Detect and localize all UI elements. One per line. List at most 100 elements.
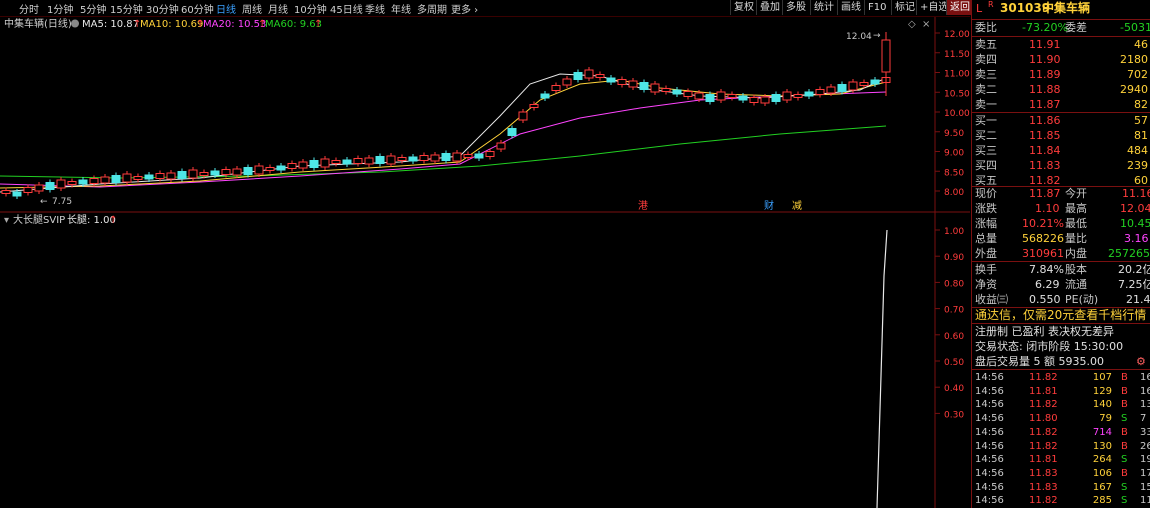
price-tick-label: 11.00 (944, 70, 970, 80)
ask-row[interactable]: 卖三 11.89 702 (972, 67, 1150, 82)
zhangdie-value: 1.10 (1035, 202, 1060, 215)
candle-body (815, 89, 825, 95)
financial-report-marker[interactable]: 财 (764, 199, 774, 212)
liangbi-value: 3.16 (1124, 232, 1149, 245)
settings-icon[interactable] (71, 19, 79, 28)
candle-body (111, 175, 121, 183)
diamond-icon[interactable]: ◇ (908, 19, 916, 30)
candle-body (34, 184, 44, 192)
ask-row[interactable]: 卖四 11.90 2180 (972, 52, 1150, 67)
candle-body (342, 159, 352, 165)
bid-volume: 239 (1127, 159, 1148, 172)
reduce-holding-marker[interactable]: 减 (792, 200, 802, 212)
candle-body (78, 179, 88, 185)
pe-label: PE(动) (1065, 293, 1099, 306)
ask-price: 11.90 (1029, 53, 1061, 66)
tab-1min[interactable]: 1分钟 (47, 1, 73, 16)
zongliang-label: 总量 (975, 232, 997, 245)
tab-yearly[interactable]: 年线 (391, 1, 411, 16)
candle-body (1, 190, 11, 194)
tab-5min[interactable]: 5分钟 (80, 1, 106, 16)
candle-body (650, 83, 660, 93)
candle-body (848, 81, 858, 91)
fuquan-button[interactable]: 复权 (730, 0, 757, 15)
bid-price: 11.83 (1029, 159, 1061, 172)
bid-row[interactable]: 买三 11.84 484 (972, 143, 1150, 158)
tab-15min[interactable]: 15分钟 (110, 1, 143, 16)
candle-body (364, 157, 374, 165)
close-icon[interactable]: × (922, 19, 930, 30)
tab-quarterly[interactable]: 季线 (365, 1, 385, 16)
candle-body (694, 92, 704, 100)
candle-body (298, 161, 308, 169)
ask-volume: 2180 (1120, 53, 1148, 66)
ma60-up-arrow-icon: ↑ (314, 19, 322, 30)
back-button[interactable]: 返回 (946, 0, 973, 15)
multi-stock-button[interactable]: 多股 (782, 0, 809, 15)
ask-row[interactable]: 卖一 11.87 82 (972, 97, 1150, 112)
upgrade-ad-link[interactable]: 通达信，仅需20元查看千档行情 (972, 308, 1150, 323)
tab-daily[interactable]: 日线 (216, 1, 236, 16)
period-toolbar: 分时 1分钟 5分钟 15分钟 30分钟 60分钟 日线 周线 月线 10分钟 … (0, 0, 973, 17)
price-tick-label: 12.00 (944, 30, 970, 40)
weicha-value: -5031 (1120, 21, 1150, 34)
tab-fenshi[interactable]: 分时 (19, 1, 39, 16)
indicator-tick-label: 0.40 (944, 384, 964, 394)
price-tick-label: 9.50 (944, 129, 964, 139)
overlay-button[interactable]: 叠加 (756, 0, 783, 15)
ask-volume: 2940 (1120, 83, 1148, 96)
candle-body (210, 170, 220, 176)
ask-row[interactable]: 卖二 11.88 2940 (972, 82, 1150, 97)
neipan-label: 内盘 (1065, 247, 1087, 260)
candle-body (804, 91, 814, 97)
candle-body (738, 95, 748, 101)
draw-line-button[interactable]: 画线 (837, 0, 864, 15)
bid-row[interactable]: 买四 11.83 239 (972, 158, 1150, 173)
settings-gear-icon[interactable]: ⚙ (1136, 354, 1146, 369)
indicator-chevron-icon[interactable]: ▾ (4, 215, 9, 226)
high-arrow-icon: → (873, 31, 881, 41)
bid-price: 11.85 (1029, 129, 1061, 142)
xianjia-value: 11.87 (1029, 187, 1061, 200)
candle-body (100, 176, 110, 184)
candle-body (793, 94, 803, 98)
tab-10min[interactable]: 10分钟 (294, 1, 327, 16)
hk-connect-marker[interactable]: 港 (638, 200, 648, 212)
tab-30min[interactable]: 30分钟 (146, 1, 179, 16)
candle-body (397, 157, 407, 161)
candle-body (606, 77, 616, 83)
f10-button[interactable]: F10 (864, 0, 889, 15)
indicator-up-arrow-icon: ↑ (109, 215, 117, 226)
tab-60min[interactable]: 60分钟 (181, 1, 214, 16)
candle-body (540, 93, 550, 99)
bid-row[interactable]: 买一 11.86 57 (972, 113, 1150, 128)
candle-body (133, 176, 143, 180)
bid-volume: 81 (1134, 129, 1148, 142)
candle-body (441, 153, 451, 161)
candle-body (56, 179, 66, 189)
weibi-value: -73.20% (1022, 21, 1068, 34)
jingzi-label: 净资 (975, 278, 997, 291)
mark-button[interactable]: 标记 (891, 0, 918, 15)
tab-monthly[interactable]: 月线 (268, 1, 288, 16)
tab-weekly[interactable]: 周线 (242, 1, 262, 16)
candle-body (628, 80, 638, 88)
ma5-label: MA5: 10.87 (82, 19, 139, 30)
candle-body (188, 169, 198, 179)
candle-body (353, 158, 363, 164)
bid-row[interactable]: 买二 11.85 81 (972, 128, 1150, 143)
more-label: 更多 (451, 5, 471, 16)
tab-multi-period[interactable]: 多周期 (417, 1, 447, 16)
indicator-tick-label: 1.00 (944, 227, 964, 237)
tab-more[interactable]: 更多 › (451, 1, 478, 16)
tab-45day[interactable]: 45日线 (330, 1, 363, 16)
ask-row[interactable]: 卖五 11.91 46 (972, 37, 1150, 52)
kline-chart-area[interactable]: 中集车辆(日线) MA5: 10.87 ↑ MA10: 10.69 ↑ MA20… (0, 16, 970, 508)
quote-panel: L R 301039 中集车辆 委比 -73.20% 委差 -5031 卖五 11… (971, 0, 1150, 508)
candle-body (23, 187, 33, 193)
zhangfu-value: 10.21% (1022, 217, 1064, 230)
candle-body (639, 82, 649, 90)
ask-label: 卖一 (975, 98, 997, 111)
price-tick-label: 11.50 (944, 50, 970, 60)
statistics-button[interactable]: 统计 (810, 0, 837, 15)
